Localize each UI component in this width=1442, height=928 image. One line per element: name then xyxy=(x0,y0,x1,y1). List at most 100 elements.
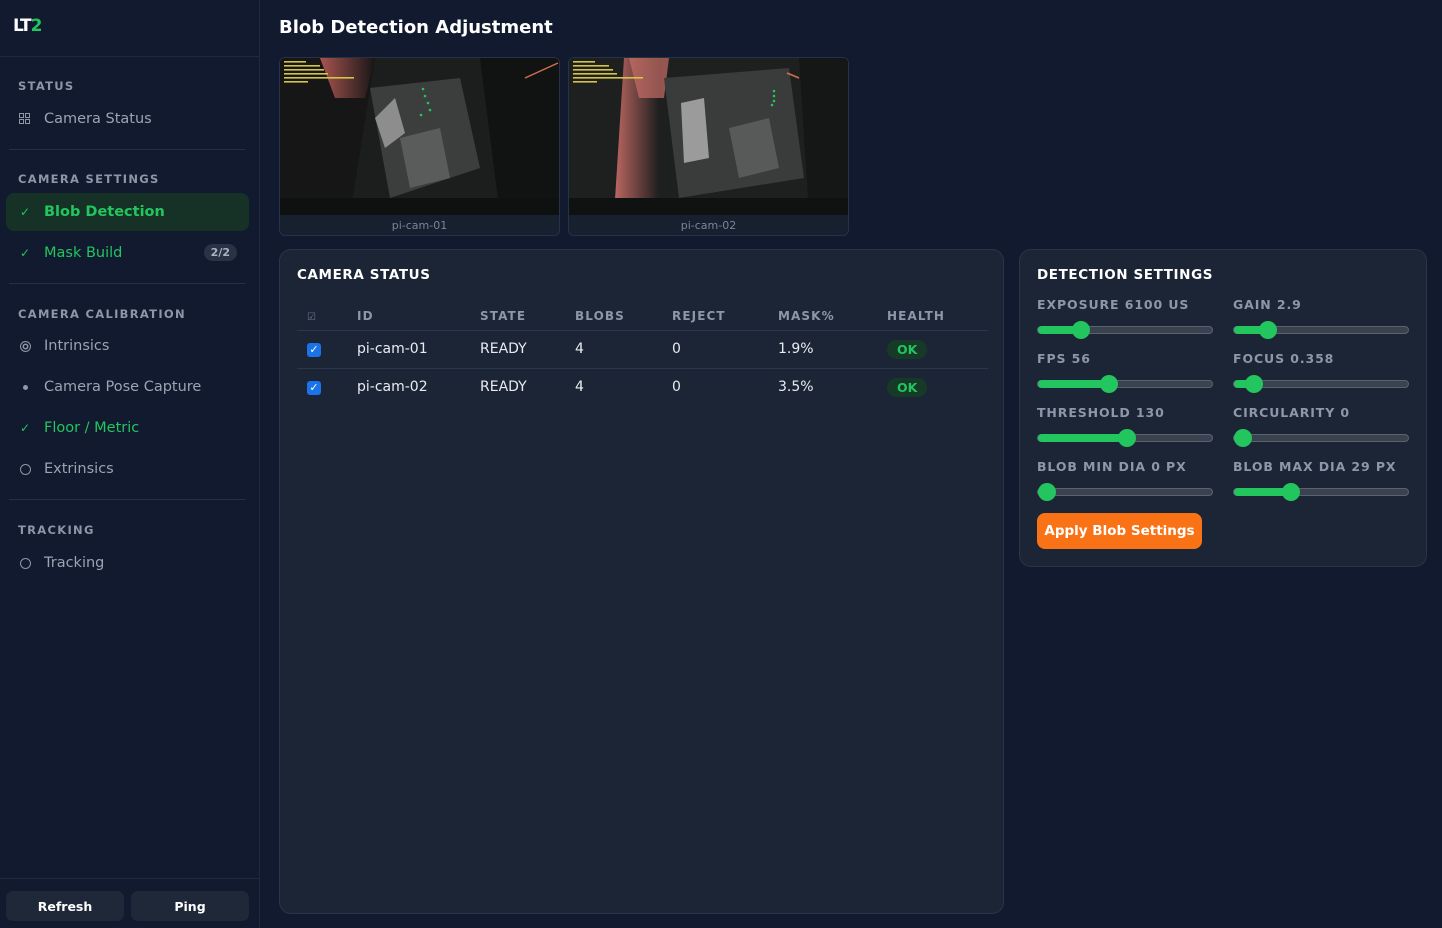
gain-slider[interactable] xyxy=(1233,321,1409,339)
column-header: STATE xyxy=(480,302,575,331)
sidebar-item-floor-metric[interactable]: ✓ Floor / Metric xyxy=(6,409,249,447)
mask-percent: 3.5% xyxy=(778,379,814,396)
mask-percent: 1.9% xyxy=(778,330,887,369)
camera-state: READY xyxy=(480,379,527,396)
slider-thumb[interactable] xyxy=(1234,429,1252,447)
slider-label: FPS 56 xyxy=(1037,351,1091,366)
circle-icon xyxy=(6,557,44,569)
circularity-slider-group: CIRCULARITY 0 xyxy=(1233,405,1409,447)
threshold-slider[interactable] xyxy=(1037,429,1213,447)
fps-slider-group: FPS 56 xyxy=(1037,351,1213,393)
exposure-slider[interactable] xyxy=(1037,321,1213,339)
refresh-button[interactable]: Refresh xyxy=(6,891,124,921)
table-row[interactable]: ✓ pi-cam-01 READY 4 0 1.9% OK xyxy=(297,330,988,369)
section-title-camera-settings: CAMERA SETTINGS xyxy=(18,172,160,186)
panel-title: CAMERA STATUS xyxy=(297,267,431,283)
camera-id: pi-cam-01 xyxy=(357,330,480,369)
camera-feed-image xyxy=(569,58,848,215)
camera-label: pi-cam-01 xyxy=(391,219,448,232)
focus-slider-group: FOCUS 0.358 xyxy=(1233,351,1409,393)
sidebar-item-label: Mask Build xyxy=(44,245,123,261)
table-row[interactable]: ✓ pi-cam-02 READY 4 0 3.5% OK xyxy=(297,368,988,406)
circularity-slider[interactable] xyxy=(1233,429,1409,447)
slider-thumb[interactable] xyxy=(1244,375,1263,393)
sidebar-item-label: Intrinsics xyxy=(44,338,110,354)
sidebar-item-label: Camera Pose Capture xyxy=(44,379,202,395)
column-header: REJECT xyxy=(672,302,778,331)
divider xyxy=(0,56,259,57)
sidebar: LT2 STATUS Camera Status CAMERA SETTINGS… xyxy=(0,0,260,928)
column-header: HEALTH xyxy=(887,302,988,331)
slider-thumb[interactable] xyxy=(1038,483,1056,501)
slider-thumb[interactable] xyxy=(1282,483,1301,501)
camera-preview-card[interactable]: pi-cam-02 xyxy=(568,57,849,236)
sidebar-item-label: Camera Status xyxy=(44,111,152,127)
slider-label: EXPOSURE 6100 US xyxy=(1037,297,1190,312)
section-title-camera-calibration: CAMERA CALIBRATION xyxy=(18,307,186,321)
check-icon: ✓ xyxy=(19,205,31,219)
camera-state: READY xyxy=(480,330,575,369)
slider-thumb[interactable] xyxy=(1100,375,1119,393)
divider xyxy=(9,283,245,284)
slider-thumb[interactable] xyxy=(1072,321,1091,339)
camera-label: pi-cam-02 xyxy=(680,219,737,232)
blob-count: 4 xyxy=(575,330,672,369)
camera-status-table: ☑ ID STATE BLOBS REJECT MASK% HEALTH ✓ p… xyxy=(297,302,988,406)
reject-count: 0 xyxy=(672,379,681,396)
dot-icon xyxy=(6,384,44,390)
slider-label: CIRCULARITY 0 xyxy=(1233,405,1351,420)
sidebar-item-mask-build[interactable]: ✓ Mask Build 2/2 xyxy=(6,234,249,272)
row-checkbox[interactable]: ✓ xyxy=(307,342,321,357)
panel-title: DETECTION SETTINGS xyxy=(1037,267,1214,283)
fps-slider[interactable] xyxy=(1037,375,1213,393)
blob-min-dia-slider-group: BLOB MIN DIA 0 PX xyxy=(1037,459,1213,501)
divider xyxy=(9,149,245,150)
slider-label: BLOB MAX DIA 29 PX xyxy=(1233,459,1397,474)
apply-blob-settings-button[interactable]: Apply Blob Settings xyxy=(1037,513,1202,549)
sidebar-item-camera-pose-capture[interactable]: Camera Pose Capture xyxy=(6,368,249,406)
slider-thumb[interactable] xyxy=(1117,429,1136,447)
camera-status-panel: CAMERA STATUS ☑ ID STATE BLOBS REJECT MA… xyxy=(279,249,1004,914)
sidebar-item-label: Tracking xyxy=(44,555,105,571)
ping-button[interactable]: Ping xyxy=(131,891,249,921)
table-header-row: ☑ ID STATE BLOBS REJECT MASK% HEALTH xyxy=(297,302,988,331)
blob-max-dia-slider-group: BLOB MAX DIA 29 PX xyxy=(1233,459,1409,501)
camera-id: pi-cam-02 xyxy=(357,379,428,396)
check-icon: ✓ xyxy=(19,421,31,435)
sidebar-item-extrinsics[interactable]: Extrinsics xyxy=(6,450,249,488)
slider-label: GAIN 2.9 xyxy=(1233,297,1302,312)
sidebar-item-camera-status[interactable]: Camera Status xyxy=(6,100,249,138)
select-all-checkbox[interactable]: ☑ xyxy=(297,302,357,331)
grid-icon xyxy=(6,113,44,125)
column-header: BLOBS xyxy=(575,302,672,331)
health-badge: OK xyxy=(887,377,928,397)
slider-label: BLOB MIN DIA 0 PX xyxy=(1037,459,1187,474)
sidebar-item-label: Blob Detection xyxy=(44,204,165,220)
column-header: MASK% xyxy=(778,302,887,331)
row-checkbox[interactable]: ✓ xyxy=(307,380,321,395)
sidebar-item-blob-detection[interactable]: ✓ Blob Detection xyxy=(6,193,249,231)
check-icon: ✓ xyxy=(19,246,31,260)
sidebar-item-label: Extrinsics xyxy=(44,461,114,477)
camera-preview-card[interactable]: pi-cam-01 xyxy=(279,57,560,236)
progress-badge: 2/2 xyxy=(203,244,237,261)
gain-slider-group: GAIN 2.9 xyxy=(1233,297,1409,339)
circle-icon xyxy=(6,463,44,475)
blob-max-dia-slider[interactable] xyxy=(1233,483,1409,501)
section-title-status: STATUS xyxy=(18,79,75,93)
page-title: Blob Detection Adjustment xyxy=(279,17,553,38)
divider xyxy=(9,499,245,500)
detection-settings-panel: DETECTION SETTINGS EXPOSURE 6100 US GAIN… xyxy=(1019,249,1427,567)
sidebar-item-label: Floor / Metric xyxy=(44,420,140,436)
slider-thumb[interactable] xyxy=(1258,321,1277,339)
sidebar-item-tracking[interactable]: Tracking xyxy=(6,544,249,582)
focus-slider[interactable] xyxy=(1233,375,1409,393)
blob-count: 4 xyxy=(575,379,584,396)
threshold-slider-group: THRESHOLD 130 xyxy=(1037,405,1213,447)
sidebar-item-intrinsics[interactable]: Intrinsics xyxy=(6,327,249,365)
exposure-slider-group: EXPOSURE 6100 US xyxy=(1037,297,1213,339)
camera-feed-image xyxy=(280,58,559,215)
blob-min-dia-slider[interactable] xyxy=(1037,483,1213,501)
target-icon xyxy=(6,340,44,352)
slider-label: FOCUS 0.358 xyxy=(1233,351,1335,366)
